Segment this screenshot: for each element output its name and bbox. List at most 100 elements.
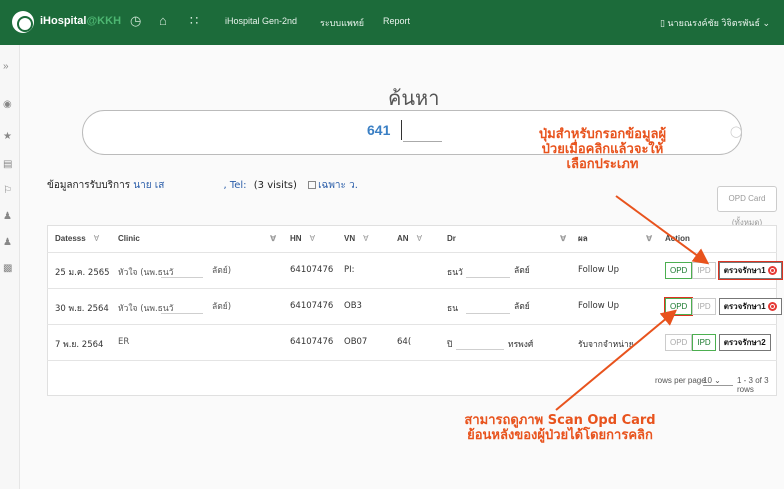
pagination-range: 1 - 3 of 3 rows bbox=[737, 376, 769, 394]
expand-icon[interactable]: » bbox=[3, 61, 9, 72]
redaction-line bbox=[456, 349, 504, 350]
cell-vn: OB07 bbox=[344, 337, 368, 347]
filter-icon[interactable]: ∀ bbox=[560, 226, 566, 252]
col-header-an[interactable]: AN ∀ bbox=[397, 226, 422, 252]
cell-vn: PI: bbox=[344, 265, 355, 275]
records-icon[interactable]: ▤ bbox=[3, 159, 12, 170]
col-header-action: Action bbox=[665, 234, 690, 243]
user-name: นายณรงค์ชัย วิจิตรพันธ์ bbox=[667, 18, 760, 28]
cell-dr-tail: ทรพงศ์ bbox=[508, 340, 534, 350]
col-header-vn[interactable]: VN ∀ bbox=[344, 226, 369, 252]
annotation-line: เลือกประเภท bbox=[566, 157, 639, 172]
nav-doctor-system[interactable]: ระบบแพทย์ bbox=[320, 16, 364, 30]
action-group: OPD IPD ตรวจรักษา2 bbox=[665, 334, 771, 351]
opd-button[interactable]: OPD bbox=[663, 297, 694, 316]
top-navbar: iHospital@KKH ◷ ⌂ ∷ iHospital Gen-2nd ระ… bbox=[0, 0, 784, 45]
clear-search-icon[interactable]: ◯ bbox=[730, 125, 742, 138]
redaction-line bbox=[466, 277, 510, 278]
treat-button[interactable]: ตรวจรักษา1 bbox=[717, 261, 783, 280]
cell-dr: ปิ bbox=[447, 340, 453, 350]
opd-button[interactable]: OPD bbox=[665, 262, 693, 279]
ipd-button[interactable]: IPD bbox=[692, 334, 716, 351]
col-header-result[interactable]: ผล bbox=[578, 226, 588, 252]
apps-grid-icon[interactable]: ∷ bbox=[190, 13, 198, 29]
treat-button[interactable]: ตรวจรักษา2 bbox=[718, 334, 771, 351]
cell-date: 30 พ.ย. 2564 bbox=[55, 304, 109, 314]
ipd-button[interactable]: IPD bbox=[692, 262, 716, 279]
cell-date: 25 ม.ค. 2565 bbox=[55, 268, 110, 278]
cell-hn: 64107476 bbox=[290, 337, 334, 347]
cell-dr: ธนวั bbox=[447, 268, 463, 278]
filter-icon[interactable]: ∀ bbox=[310, 234, 315, 243]
alert-icon bbox=[767, 266, 777, 275]
treat-button[interactable]: ตรวจรักษา1 bbox=[718, 298, 782, 315]
divider bbox=[47, 252, 777, 253]
brand-main: iHospital bbox=[40, 15, 87, 27]
cell-dr-tail: ลัตย์ bbox=[514, 302, 530, 312]
ipd-button[interactable]: IPD bbox=[692, 298, 716, 315]
nav-ihospital-gen2[interactable]: iHospital Gen-2nd bbox=[225, 16, 297, 26]
patient-name[interactable]: นาย เส bbox=[133, 180, 164, 191]
redaction-line bbox=[466, 313, 510, 314]
rows-per-page-label: rows per page bbox=[655, 376, 706, 385]
annotation-line: ย้อนหลังของผู้ป่วยได้โดยการคลิก bbox=[467, 428, 653, 443]
opd-button[interactable]: OPD bbox=[665, 334, 693, 351]
filter-icon[interactable]: ∀ bbox=[363, 234, 368, 243]
cell-date: 7 พ.ย. 2564 bbox=[55, 340, 104, 350]
annotation-line: ป่วยเมื่อคลิกแล้วจะให้ bbox=[541, 142, 664, 157]
col-header-dr[interactable]: Dr bbox=[447, 226, 456, 252]
alert-icon bbox=[767, 302, 777, 311]
search-value: 641 bbox=[367, 122, 391, 138]
action-group: OPD IPD ตรวจรักษา1 bbox=[665, 261, 783, 280]
home-icon[interactable]: ⌂ bbox=[159, 13, 167, 28]
report-icon[interactable]: ▩ bbox=[3, 263, 12, 274]
annotation-callout-bottom: สามารถดูภาพ Scan Opd Card ย้อนหลังของผู้… bbox=[450, 413, 670, 443]
dashboard-icon[interactable]: ◷ bbox=[130, 13, 141, 29]
text-cursor bbox=[401, 120, 402, 140]
treat-label: ตรวจรักษา1 bbox=[723, 266, 766, 275]
tel-label: , Tel: bbox=[223, 180, 247, 191]
cell-dr-tail: ลัตย์ bbox=[514, 266, 530, 276]
hospital-logo-icon[interactable] bbox=[12, 11, 34, 33]
cell-clinic-tail: ลัตย์) bbox=[212, 302, 232, 312]
cell-result: Follow Up bbox=[578, 265, 619, 275]
filter-icon[interactable]: ∀ bbox=[94, 234, 99, 243]
cell-dr: ธน bbox=[447, 304, 458, 314]
cell-result: Follow Up bbox=[578, 301, 619, 311]
visit-count: (3 visits) bbox=[253, 180, 297, 191]
action-group: OPD IPD ตรวจรักษา1 bbox=[663, 297, 782, 316]
opd-card-all-button[interactable]: OPD Card (ทั้งหมด) bbox=[717, 186, 777, 227]
filter-icon[interactable]: ∀ bbox=[270, 226, 276, 252]
divider bbox=[47, 324, 777, 325]
annotation-callout-top: ปุ่มสำหรับกรอกข้อมูลผู้ ป่วยเมื่อคลิกแล้… bbox=[515, 127, 690, 172]
group-icon[interactable]: ♟ bbox=[3, 211, 12, 222]
sidebar: » ◉ ★ ▤ ⚐ ♟ ♟ ▩ bbox=[0, 45, 20, 489]
cell-vn: OB3 bbox=[344, 301, 362, 311]
cell-hn: 64107476 bbox=[290, 265, 334, 275]
nav-report[interactable]: Report bbox=[383, 16, 410, 26]
brand-title[interactable]: iHospital@KKH bbox=[40, 15, 121, 27]
col-header-hn[interactable]: HN ∀ bbox=[290, 226, 315, 252]
annotation-line: ปุ่มสำหรับกรอกข้อมูลผู้ bbox=[538, 127, 667, 142]
redaction-line bbox=[161, 313, 203, 314]
flag-icon[interactable]: ⚐ bbox=[3, 185, 12, 196]
person-icon[interactable]: ★ bbox=[3, 131, 12, 142]
rows-per-page-select[interactable]: 10 ⌄ bbox=[703, 376, 733, 386]
col-header-date[interactable]: Datesss ∀ bbox=[55, 226, 99, 252]
filter-icon[interactable]: ∀ bbox=[646, 226, 652, 252]
treat-label: ตรวจรักษา1 bbox=[723, 302, 766, 311]
filter-icon[interactable]: ∀ bbox=[417, 234, 422, 243]
cell-clinic: ER bbox=[118, 337, 130, 347]
col-header-clinic[interactable]: Clinic bbox=[118, 226, 140, 252]
filter-label: เฉพาะ ว. bbox=[318, 180, 358, 191]
user-menu[interactable]: ▯ นายณรงค์ชัย วิจิตรพันธ์ ⌄ bbox=[660, 16, 770, 30]
annotation-line: สามารถดูภาพ Scan Opd Card bbox=[464, 413, 656, 428]
patient-icon[interactable]: ◉ bbox=[3, 99, 12, 110]
divider bbox=[47, 360, 777, 361]
cell-result: รับจากจำหน่าย bbox=[578, 340, 634, 350]
service-info-label: ข้อมูลการรับบริการ bbox=[47, 180, 131, 191]
user-icon[interactable]: ♟ bbox=[3, 237, 12, 248]
cell-clinic-tail: ลัตย์) bbox=[212, 266, 232, 276]
divider bbox=[47, 288, 777, 289]
filter-checkbox[interactable] bbox=[308, 181, 317, 189]
